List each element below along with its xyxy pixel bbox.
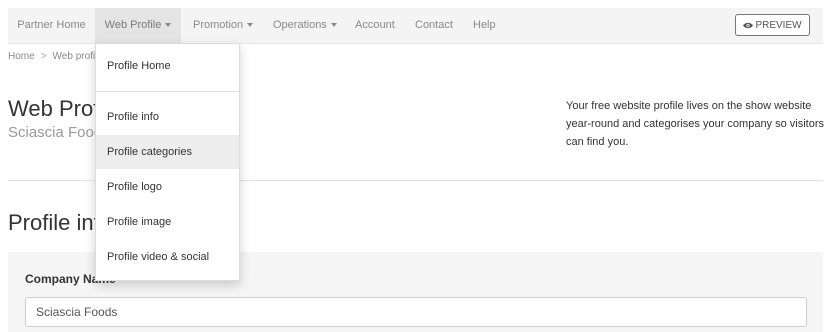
nav-item-contact[interactable]: Contact bbox=[415, 8, 453, 43]
menu-item-label: Profile logo bbox=[107, 181, 163, 193]
eye-icon bbox=[743, 22, 754, 28]
menu-divider bbox=[96, 91, 239, 92]
intro-text: Your free website profile lives on the s… bbox=[566, 100, 825, 148]
breadcrumb-home-link[interactable]: Home bbox=[8, 51, 35, 62]
menu-item-profile-categories[interactable]: Profile categories bbox=[96, 135, 239, 169]
nav-label: Account bbox=[355, 19, 395, 31]
nav-label: Help bbox=[473, 19, 496, 31]
web-profile-dropdown-menu: Profile Home Profile info Profile catego… bbox=[95, 43, 240, 281]
menu-item-profile-image[interactable]: Profile image bbox=[96, 205, 239, 239]
nav-label: Partner Home bbox=[17, 19, 86, 31]
nav-item-promotion[interactable]: Promotion bbox=[193, 8, 254, 43]
nav-item-partner-home[interactable]: Partner Home bbox=[8, 8, 95, 43]
menu-item-label: Profile image bbox=[107, 216, 172, 228]
caret-down-icon bbox=[330, 23, 337, 28]
nav-label: Promotion bbox=[193, 19, 244, 31]
caret-down-icon bbox=[247, 23, 254, 28]
breadcrumb-separator: > bbox=[40, 51, 47, 62]
company-name-field[interactable] bbox=[25, 297, 807, 327]
caret-down-icon bbox=[165, 23, 172, 28]
breadcrumb: Home > Web profile bbox=[8, 51, 103, 62]
preview-label: PREVIEW bbox=[755, 20, 802, 31]
menu-item-profile-home[interactable]: Profile Home bbox=[96, 49, 239, 83]
menu-item-label: Profile video & social bbox=[107, 251, 210, 263]
menu-item-profile-logo[interactable]: Profile logo bbox=[96, 170, 239, 204]
nav-item-operations[interactable]: Operations bbox=[273, 8, 337, 43]
menu-item-label: Profile categories bbox=[107, 146, 192, 158]
top-navbar: Partner Home Web Profile Promotion Opera… bbox=[8, 8, 823, 44]
menu-item-label: Profile info bbox=[107, 111, 159, 123]
nav-item-web-profile[interactable]: Web Profile bbox=[95, 8, 181, 43]
nav-label: Web Profile bbox=[104, 19, 162, 31]
menu-item-profile-info[interactable]: Profile info bbox=[96, 100, 239, 134]
menu-item-profile-video-social[interactable]: Profile video & social bbox=[96, 240, 239, 274]
menu-item-label: Profile Home bbox=[107, 60, 171, 72]
nav-item-account[interactable]: Account bbox=[355, 8, 395, 43]
nav-label: Operations bbox=[273, 19, 327, 31]
nav-label: Contact bbox=[415, 19, 453, 31]
nav-item-help[interactable]: Help bbox=[473, 8, 496, 43]
preview-button[interactable]: PREVIEW bbox=[735, 14, 810, 36]
